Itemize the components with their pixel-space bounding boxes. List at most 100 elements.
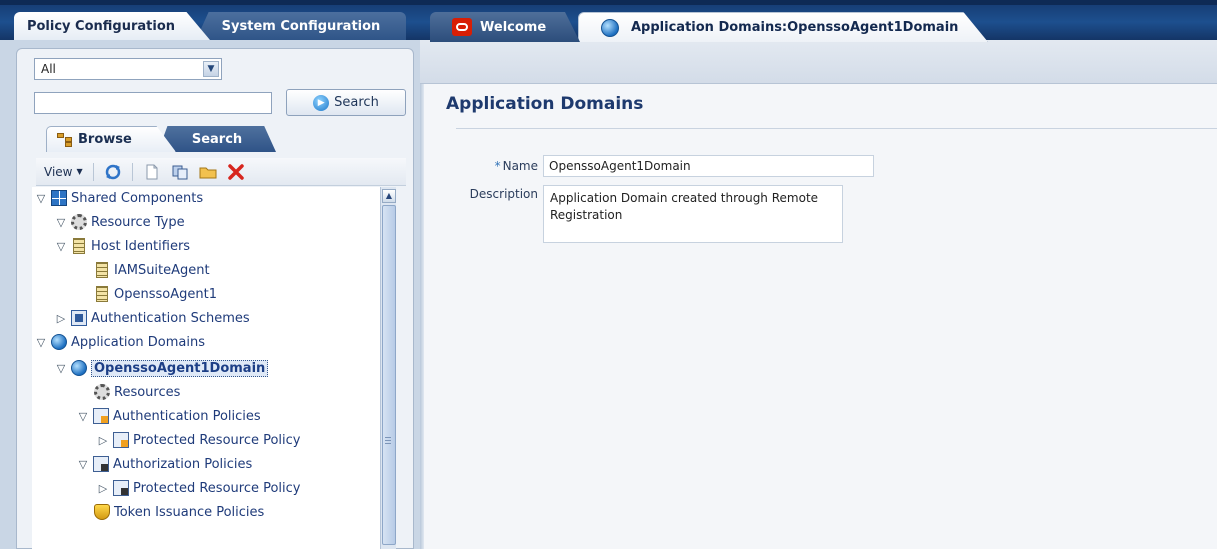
shield-icon (94, 504, 110, 520)
tree-node[interactable]: Token Issuance Policies (94, 502, 264, 522)
top-strip (0, 0, 1217, 5)
refresh-icon[interactable] (104, 163, 122, 181)
collapse-triangle-icon[interactable]: ▽ (76, 458, 90, 471)
expand-triangle-icon[interactable]: ▷ (96, 434, 110, 447)
tree-node-label: Protected Resource Policy (133, 480, 301, 496)
tab-policy-configuration[interactable]: Policy Configuration (14, 12, 210, 40)
tab-welcome[interactable]: Welcome (430, 12, 580, 42)
collapse-triangle-icon[interactable]: ▽ (34, 336, 48, 349)
scroll-up-icon[interactable]: ▲ (382, 189, 396, 203)
tab-label: Welcome (480, 19, 547, 35)
grip-icon (385, 437, 391, 445)
navigator-tree: ▽ Shared Components ▽ Resource Type ▽ Ho… (32, 187, 380, 549)
go-arrow-icon: ▶ (313, 94, 330, 111)
tree-node[interactable]: ▷ Protected Resource Policy (96, 430, 301, 450)
tree-node-label: Resource Type (91, 214, 185, 230)
tab-application-domain[interactable]: Application Domains:OpenssoAgent1Domain (578, 12, 988, 42)
collapse-triangle-icon[interactable]: ▽ (54, 240, 68, 253)
delete-icon[interactable] (227, 163, 245, 181)
tree-node[interactable]: Resources (94, 382, 180, 402)
oracle-logo-icon (452, 18, 472, 36)
tree-node-label: OpenssoAgent1Domain (91, 359, 269, 377)
tab-label: Application Domains:OpenssoAgent1Domain (631, 20, 959, 35)
authz-policy-icon (93, 456, 109, 472)
toolbar-separator (131, 162, 133, 181)
tree-node-label: Authentication Policies (113, 408, 261, 424)
collapse-triangle-icon[interactable]: ▽ (54, 216, 68, 229)
globe-icon (71, 360, 87, 376)
expand-triangle-icon[interactable]: ▷ (54, 312, 68, 325)
globe-icon (51, 334, 67, 350)
search-input[interactable] (34, 92, 272, 114)
tree-node[interactable]: ▷ Protected Resource Policy (96, 478, 301, 498)
tree-node[interactable]: ▽ Host Identifiers (54, 236, 190, 256)
collapse-triangle-icon[interactable]: ▽ (54, 362, 68, 375)
toolbar-separator (92, 162, 94, 181)
tab-browse[interactable]: Browse (46, 126, 176, 152)
content-area (420, 40, 1217, 549)
tree-node[interactable]: ▷ Authentication Schemes (54, 308, 250, 328)
content-tab-bar (420, 40, 1217, 84)
view-menu-label: View (44, 164, 73, 179)
tree-node[interactable]: IAMSuiteAgent (94, 260, 210, 280)
grid-icon (51, 190, 67, 206)
expand-triangle-icon[interactable]: ▷ (96, 482, 110, 495)
document-icon (96, 262, 108, 278)
authz-policy-icon (113, 480, 129, 496)
chevron-down-icon: ▼ (76, 167, 83, 176)
tree-scrollbar[interactable]: ▲ (380, 187, 396, 549)
gear-icon (94, 384, 110, 400)
tree-node-label: Shared Components (71, 190, 204, 206)
tree-node-label: Host Identifiers (91, 238, 191, 254)
chevron-down-icon[interactable]: ▼ (203, 61, 219, 77)
globe-icon (601, 18, 619, 37)
search-button[interactable]: ▶ Search (286, 89, 406, 116)
tree-node-label: IAMSuiteAgent (114, 262, 210, 278)
tree-node[interactable]: ▽ Authentication Policies (76, 406, 261, 426)
tab-label: Search (191, 131, 243, 147)
name-field[interactable]: OpenssoAgent1Domain (543, 155, 874, 177)
collapse-triangle-icon[interactable]: ▽ (34, 192, 48, 205)
name-label-text: Name (502, 159, 538, 173)
tab-system-configuration[interactable]: System Configuration (196, 12, 406, 40)
tab-label: System Configuration (221, 18, 381, 34)
authn-policy-icon (113, 432, 129, 448)
tab-search[interactable]: Search (158, 126, 276, 152)
pane-splitter[interactable] (420, 40, 424, 549)
tree-node-label: Protected Resource Policy (133, 432, 301, 448)
page-title: Application Domains (446, 94, 644, 114)
new-document-icon[interactable] (143, 163, 161, 181)
tab-label: Browse (78, 132, 132, 147)
tree-node-selected[interactable]: ▽ OpenssoAgent1Domain (54, 358, 269, 378)
title-divider (456, 128, 1217, 129)
tree-node-label: Authentication Schemes (91, 310, 250, 326)
tree-node[interactable]: ▽ Application Domains (34, 332, 205, 352)
name-label: * Name (480, 159, 538, 173)
tree-node[interactable]: OpenssoAgent1 (94, 284, 217, 304)
navigator-toolbar: View ▼ (36, 158, 406, 186)
view-menu[interactable]: View ▼ (44, 165, 83, 179)
document-icon (96, 286, 108, 302)
scope-select[interactable]: All ▼ (34, 58, 222, 80)
description-field[interactable]: Application Domain created through Remot… (543, 185, 843, 243)
required-marker: * (494, 159, 501, 173)
navigator-tabs: Search Browse (28, 122, 408, 152)
scope-select-value: All (41, 62, 56, 76)
browse-tree-icon (57, 132, 73, 147)
scrollbar-thumb[interactable] (382, 205, 396, 545)
collapse-triangle-icon[interactable]: ▽ (76, 410, 90, 423)
tree-node-label: Application Domains (71, 334, 205, 350)
document-icon (73, 238, 85, 254)
tree-node-label: Token Issuance Policies (114, 504, 265, 520)
tree-node-label: OpenssoAgent1 (114, 286, 217, 302)
duplicate-icon[interactable] (171, 163, 189, 181)
tab-label: Policy Configuration (26, 18, 176, 34)
tree-node[interactable]: ▽ Resource Type (54, 212, 185, 232)
search-button-label: Search (334, 95, 379, 110)
description-label: Description (469, 187, 538, 201)
tree-node[interactable]: ▽ Authorization Policies (76, 454, 252, 474)
tree-node[interactable]: ▽ Shared Components (34, 188, 203, 208)
gear-icon (71, 214, 87, 230)
open-folder-icon[interactable] (199, 163, 217, 181)
tree-node-label: Authorization Policies (113, 456, 253, 472)
